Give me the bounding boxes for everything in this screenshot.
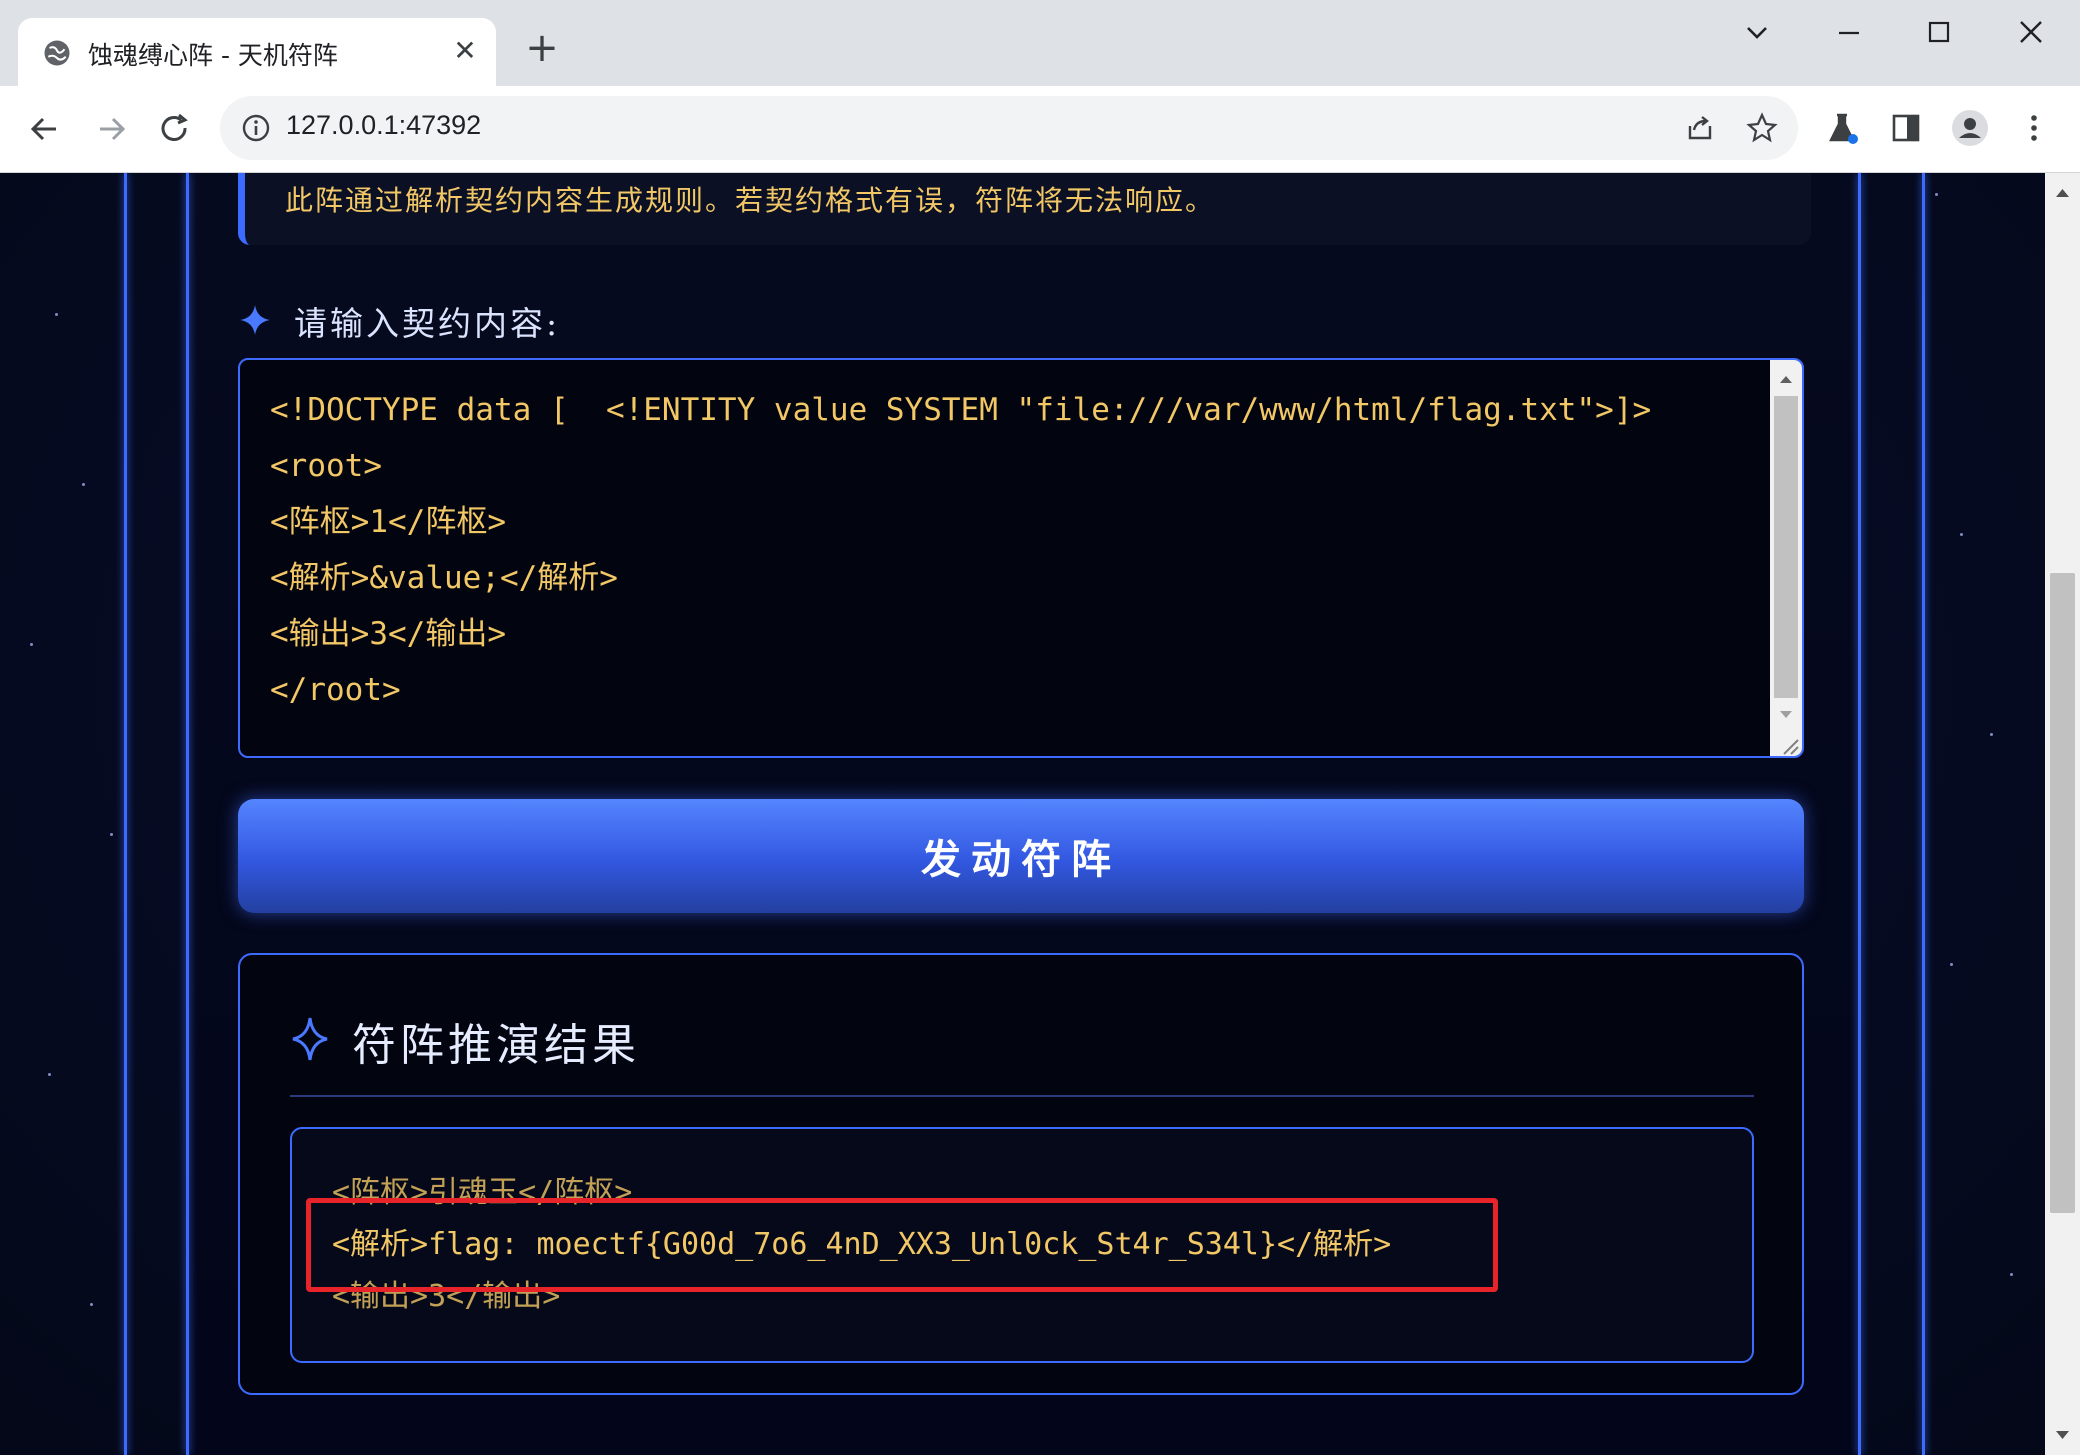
tab-title: 蚀魂缚心阵 - 天机符阵 (88, 41, 338, 70)
page-viewport: 此阵通过解析契约内容生成规则。若契约格式有误，符阵将无法响应。 请输入契约内容:… (0, 173, 2045, 1455)
star-icon[interactable] (1744, 110, 1780, 146)
decor-line (124, 173, 127, 1455)
scroll-down-icon[interactable] (1770, 700, 1802, 730)
result-title: 符阵推演结果 (352, 1020, 640, 1071)
notice-box: 此阵通过解析契约内容生成规则。若契约格式有误，符阵将无法响应。 (238, 173, 1811, 245)
chevron-down-icon[interactable] (1734, 10, 1780, 56)
menu-icon[interactable] (2014, 108, 2054, 148)
contract-line: <输出>3</输出> (270, 616, 506, 652)
star-dot (1950, 963, 1953, 966)
result-card: 符阵推演结果 <阵枢>引魂玉</阵枢> <解析>flag: moectf{G00… (238, 953, 1804, 1395)
prompt-label: 请输入契约内容: (294, 304, 561, 343)
contract-line: </root> (270, 672, 401, 708)
scroll-up-icon[interactable] (1770, 364, 1802, 394)
star-dot (2010, 1273, 2013, 1276)
star-dot (90, 1303, 93, 1306)
star-dot (1935, 193, 1938, 196)
divider (290, 1095, 1754, 1097)
browser-tabstrip: 蚀魂缚心阵 - 天机符阵 ✕ + (0, 0, 2080, 86)
address-bar[interactable]: 127.0.0.1:47392 (220, 96, 1798, 160)
forward-icon[interactable] (88, 106, 134, 152)
minimize-icon[interactable] (1826, 10, 1872, 56)
globe-icon (44, 40, 70, 66)
page-scrollbar[interactable] (2045, 173, 2080, 1455)
contract-line: <阵枢>1</阵枢> (270, 504, 506, 540)
contract-textarea[interactable]: <!DOCTYPE data [ <!ENTITY value SYSTEM "… (238, 358, 1804, 758)
star-dot (1990, 733, 1993, 736)
textarea-scroll-thumb[interactable] (1774, 396, 1798, 698)
star-dot (110, 833, 113, 836)
sparkle-icon (240, 305, 270, 335)
contract-content: <!DOCTYPE data [ <!ENTITY value SYSTEM "… (270, 382, 1651, 718)
decor-line (1858, 173, 1861, 1455)
maximize-icon[interactable] (1916, 10, 1962, 56)
profile-icon[interactable] (1950, 108, 1990, 148)
star-dot (1960, 533, 1963, 536)
browser-tab[interactable]: 蚀魂缚心阵 - 天机符阵 ✕ (18, 18, 496, 86)
decor-line (1922, 173, 1925, 1455)
activate-button[interactable]: 发动符阵 (238, 799, 1804, 913)
star-dot (82, 483, 85, 486)
lab-icon[interactable] (1822, 108, 1862, 148)
reload-icon[interactable] (152, 106, 198, 152)
new-tab-button[interactable]: + (522, 28, 562, 68)
scroll-up-icon[interactable] (2050, 179, 2075, 207)
contract-line: <!DOCTYPE data [ <!ENTITY value SYSTEM "… (270, 392, 1652, 428)
contract-line: <解析>&value;</解析> (270, 560, 618, 596)
info-icon[interactable] (240, 112, 272, 144)
contract-line: <root> (270, 448, 382, 484)
decor-line (186, 173, 189, 1455)
back-icon[interactable] (22, 106, 68, 152)
url-text[interactable]: 127.0.0.1:47392 (286, 110, 481, 141)
resize-grip-icon[interactable] (1770, 732, 1802, 756)
share-icon[interactable] (1682, 110, 1718, 146)
star-dot (55, 313, 58, 316)
flag-highlight-box (306, 1198, 1498, 1292)
tab-close-icon[interactable]: ✕ (448, 34, 482, 68)
scroll-down-icon[interactable] (2050, 1421, 2075, 1449)
page-scroll-thumb[interactable] (2050, 573, 2075, 1213)
sidepanel-icon[interactable] (1886, 108, 1926, 148)
star-dot (48, 1073, 51, 1076)
activate-button-label: 发动符阵 (921, 836, 1121, 883)
close-window-icon[interactable] (2008, 10, 2054, 56)
sparkle-icon (292, 1017, 328, 1061)
browser-toolbar: 127.0.0.1:47392 (0, 86, 2080, 173)
notice-text: 此阵通过解析契约内容生成规则。若契约格式有误，符阵将无法响应。 (285, 184, 1216, 217)
star-dot (30, 643, 33, 646)
textarea-scrollbar[interactable] (1770, 360, 1802, 756)
